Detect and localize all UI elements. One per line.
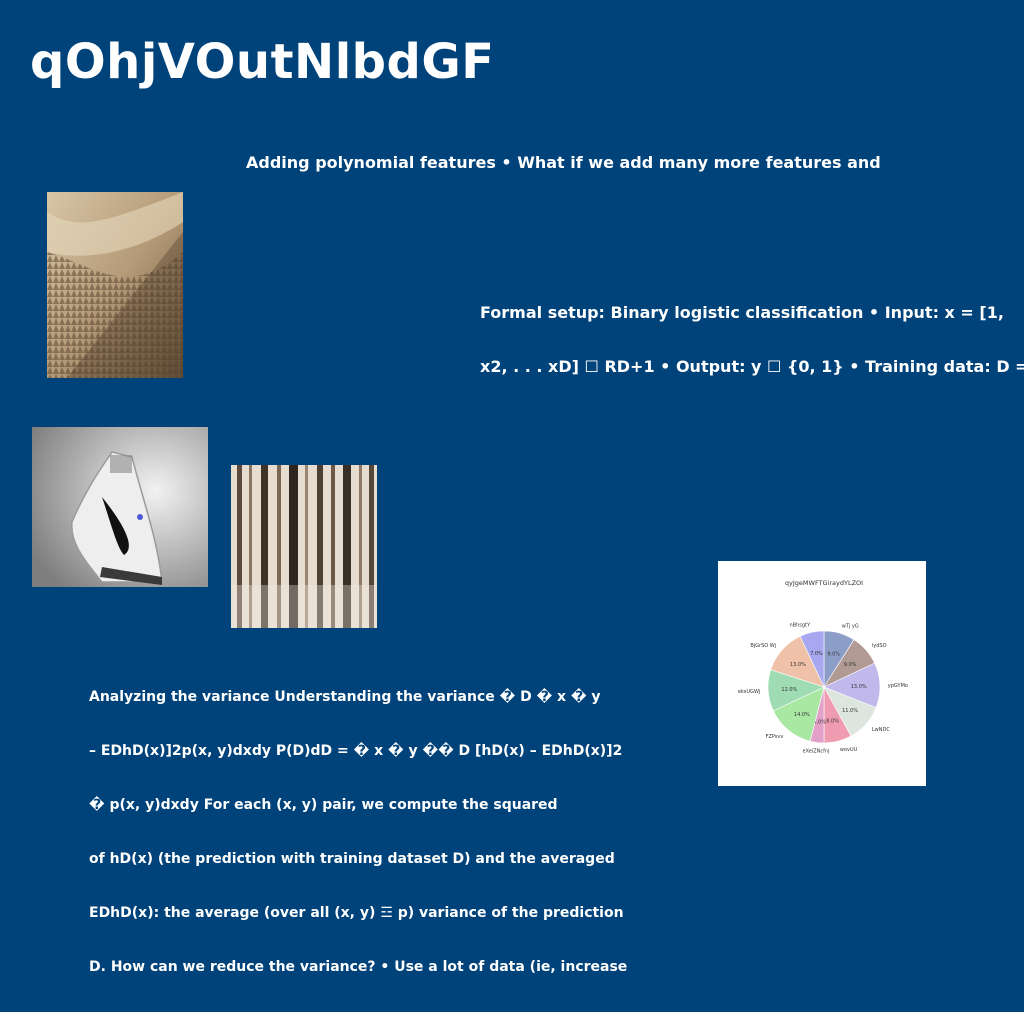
pie-category-label: ypGYMo (888, 683, 908, 689)
pie-chart: qyJgeMWFTGiraydYLZOI 9.0% wTj yG 9.0% lydSO… (718, 561, 926, 786)
pie-category-label: wTj yG (842, 624, 859, 630)
pie-category-label: FZPsvv (766, 734, 784, 740)
pie-chart-svg: qyJgeMWFTGiraydYLZOI 9.0% wTj yG 9.0% lydSO… (738, 579, 908, 754)
pie-category-label: lydSO (872, 643, 887, 649)
pie-category-label: nBhsgtY (790, 623, 812, 629)
slide-title: qOhjVOutNlbdGF (30, 34, 495, 90)
text-line: of hD(x) (the prediction with training d… (89, 851, 615, 867)
pie-category-label: wovUU (840, 747, 858, 753)
text-line: EDhD(x): the average (over all (x, y) ☲ … (89, 905, 624, 921)
text-line: Formal setup: Binary logistic classifica… (480, 303, 1004, 322)
pie-value-label: 8.0% (826, 719, 839, 725)
text-line: x2, . . . xD] ☐ RD+1 • Output: y ☐ {0, 1… (480, 357, 1024, 376)
birch-trees-photo (231, 465, 377, 628)
text-block-formal-setup: Formal setup: Binary logistic classifica… (480, 268, 1024, 412)
pie-category-label: eksUGWj (738, 689, 760, 695)
pie-value-label: 12.0% (781, 687, 797, 693)
pie-category-label: BjGrSO Wj (750, 643, 776, 649)
text-block-polynomial: Adding polynomial features • What if we … (246, 153, 881, 172)
chart-title: qyJgeMWFTGiraydYLZOI (785, 579, 863, 587)
pie-category-label: LwNDC (872, 727, 890, 733)
foggy-forest-slope-photo (47, 192, 183, 378)
text-line: � p(x, y)dxdy For each (x, y) pair, we c… (89, 797, 558, 813)
text-line: Analyzing the variance Understanding the… (89, 689, 601, 705)
text-line: D. How can we reduce the variance? • Use… (89, 959, 628, 975)
pie-value-label: 13.0% (790, 662, 806, 668)
text-block-variance: Analyzing the variance Understanding the… (89, 652, 649, 1012)
pie-value-label: 9.0% (827, 652, 840, 658)
pie-value-label: 14.0% (794, 712, 810, 718)
pie-category-label: eXeiZNcfnj (803, 748, 830, 754)
text-line: – EDhD(x)]2p(x, y)dxdy P(D)dD = � x � y … (89, 743, 623, 759)
sneaker-photo (32, 427, 208, 587)
pie-value-label: 11.0% (842, 708, 858, 714)
pie-value-label: 9.0% (844, 662, 857, 668)
pie-value-label: 13.0% (851, 684, 867, 690)
pie-value-label: 7.0% (810, 651, 823, 657)
